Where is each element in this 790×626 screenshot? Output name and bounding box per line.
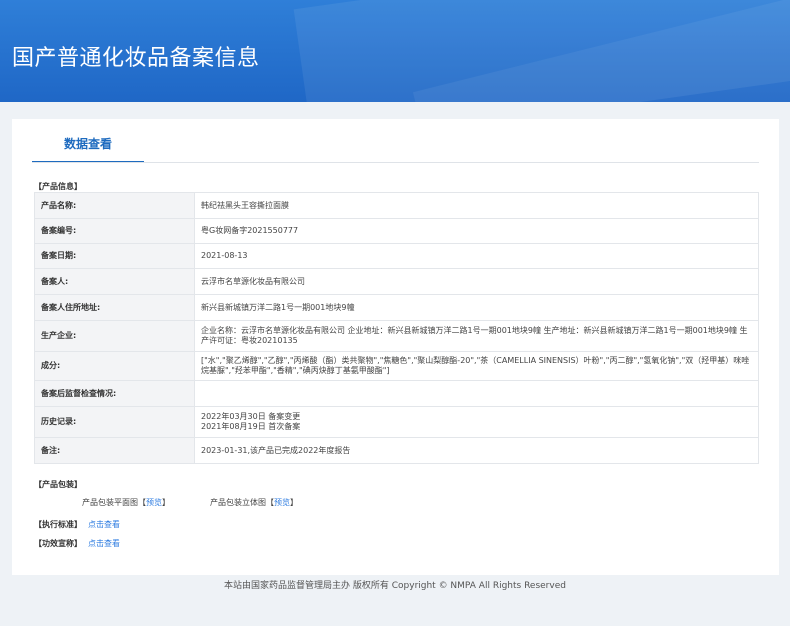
row-value: 2022年03月30日 备案变更 2021年08月19日 首次备案 [194,406,759,438]
table-row: 备案人住所地址: 新兴县新城镇万洋二路1号一期001地块9幢 [34,294,759,321]
product-info-table: 产品名称: 韩纪祛黑头王容撕拉面膜 备案编号: 粤G妆网备字2021550777… [34,192,759,464]
table-row: 备案日期: 2021-08-13 [34,243,759,269]
row-label: 备案编号: [34,218,195,244]
section-product-info: 【产品信息】 [34,182,82,191]
row-value: 韩纪祛黑头王容撕拉面膜 [194,192,759,219]
row-label: 备案人住所地址: [34,294,195,321]
row-value: 企业名称：云浮市名草源化妆品有限公司 企业地址：新兴县新城镇万洋二路1号一期00… [194,320,759,352]
row-value: ["水","聚乙烯醇","乙醇","丙烯酸（酯）类共聚物","焦糖色","聚山梨… [194,351,759,381]
row-label: 历史记录: [34,406,195,438]
row-value: 新兴县新城镇万洋二路1号一期001地块9幢 [194,294,759,321]
history-entry: 2022年03月30日 备案变更 [201,412,301,421]
packaging-flat-label: 产品包装平面图 [82,498,138,507]
row-label: 产品名称: [34,192,195,219]
row-label: 生产企业: [34,320,195,352]
row-value: 2021-08-13 [194,243,759,269]
tab-divider [32,162,759,163]
page-header: 国产普通化妆品备案信息 [0,0,790,102]
table-row: 备案编号: 粤G妆网备字2021550777 [34,218,759,244]
tab-data-view[interactable]: 数据查看 [32,119,144,163]
table-row: 生产企业: 企业名称：云浮市名草源化妆品有限公司 企业地址：新兴县新城镇万洋二路… [34,320,759,352]
row-label: 成分: [34,351,195,381]
preview-flat-link[interactable]: 预览 [146,498,162,507]
section-standard: 【执行标准】 [34,520,82,529]
table-row: 备注: 2023-01-31,该产品已完成2022年度报告 [34,437,759,464]
table-row: 产品名称: 韩纪祛黑头王容撕拉面膜 [34,192,759,219]
page-title: 国产普通化妆品备案信息 [12,46,260,71]
row-label: 备注: [34,437,195,464]
packaging-flat: 产品包装平面图【预览】 [82,498,170,507]
history-entry: 2021年08月19日 首次备案 [201,422,301,431]
row-label: 备案日期: [34,243,195,269]
table-row: 成分: ["水","聚乙烯醇","乙醇","丙烯酸（酯）类共聚物","焦糖色",… [34,351,759,381]
preview-solid-link[interactable]: 预览 [274,498,290,507]
row-label: 备案人: [34,268,195,295]
row-value: 2023-01-31,该产品已完成2022年度报告 [194,437,759,464]
section-product-packaging: 【产品包装】 [34,480,82,489]
packaging-solid-label: 产品包装立体图 [210,498,266,507]
standard-view-link[interactable]: 点击查看 [88,519,120,530]
row-label: 备案后监督检查情况: [34,380,195,407]
page-footer: 本站由国家药品监督管理局主办 版权所有 Copyright © NMPA All… [224,581,566,591]
content-panel: 数据查看 【产品信息】 产品名称: 韩纪祛黑头王容撕拉面膜 备案编号: 粤G妆网… [12,119,779,575]
table-row: 历史记录: 2022年03月30日 备案变更 2021年08月19日 首次备案 [34,406,759,438]
row-value [194,380,759,407]
row-value: 云浮市名草源化妆品有限公司 [194,268,759,295]
row-value: 粤G妆网备字2021550777 [194,218,759,244]
table-row: 备案后监督检查情况: [34,380,759,407]
table-row: 备案人: 云浮市名草源化妆品有限公司 [34,268,759,295]
efficacy-view-link[interactable]: 点击查看 [88,538,120,549]
section-efficacy: 【功效宣称】 [34,539,82,548]
packaging-solid: 产品包装立体图【预览】 [210,498,298,507]
